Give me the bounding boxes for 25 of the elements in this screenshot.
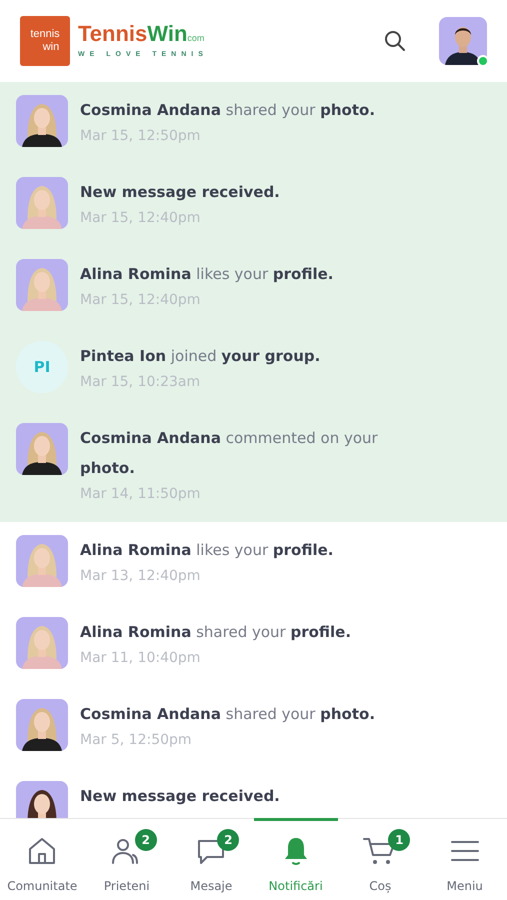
notification-text: New message received. (80, 182, 280, 203)
nav-tab[interactable]: Notificări (254, 818, 338, 900)
count-badge: 2 (134, 829, 157, 851)
nav-tab[interactable]: Comunitate (0, 818, 84, 900)
nav-tab[interactable]: 1 Coș (338, 818, 422, 900)
notification-time: Mar 13, 12:40pm (80, 567, 202, 586)
nav-tab[interactable]: 2 Mesaje (169, 818, 254, 900)
notification-text: Alina Romina likes your profile. (80, 264, 334, 285)
notification-text: Cosmina Andana shared your photo. (80, 704, 376, 725)
logo-wordmark: TennisWincom (78, 22, 206, 48)
nav-tab[interactable]: 2 Prieteni (84, 818, 169, 900)
count-badge: 2 (217, 829, 240, 851)
search-icon (383, 29, 407, 53)
count-badge: 1 (388, 829, 410, 851)
notification-text: Alina Romina shared your profile. (80, 622, 352, 643)
notification-text: Pintea Ion joined your group. (80, 346, 320, 367)
notification-text: Cosmina Andana commented on your photo. (80, 428, 379, 479)
notification-text: Alina Romina likes your profile. (80, 540, 334, 561)
notification-text: New message received. (80, 786, 280, 807)
notification-time: Mar 11, 10:40pm (80, 649, 202, 668)
nav-tab[interactable]: Meniu (422, 818, 507, 900)
initials-avatar: PI (16, 341, 68, 393)
logo-mark: tennis win (20, 16, 70, 66)
notification-time: Mar 5, 12:50pm (80, 731, 193, 750)
notification-text: Cosmina Andana shared your photo. (80, 100, 376, 121)
